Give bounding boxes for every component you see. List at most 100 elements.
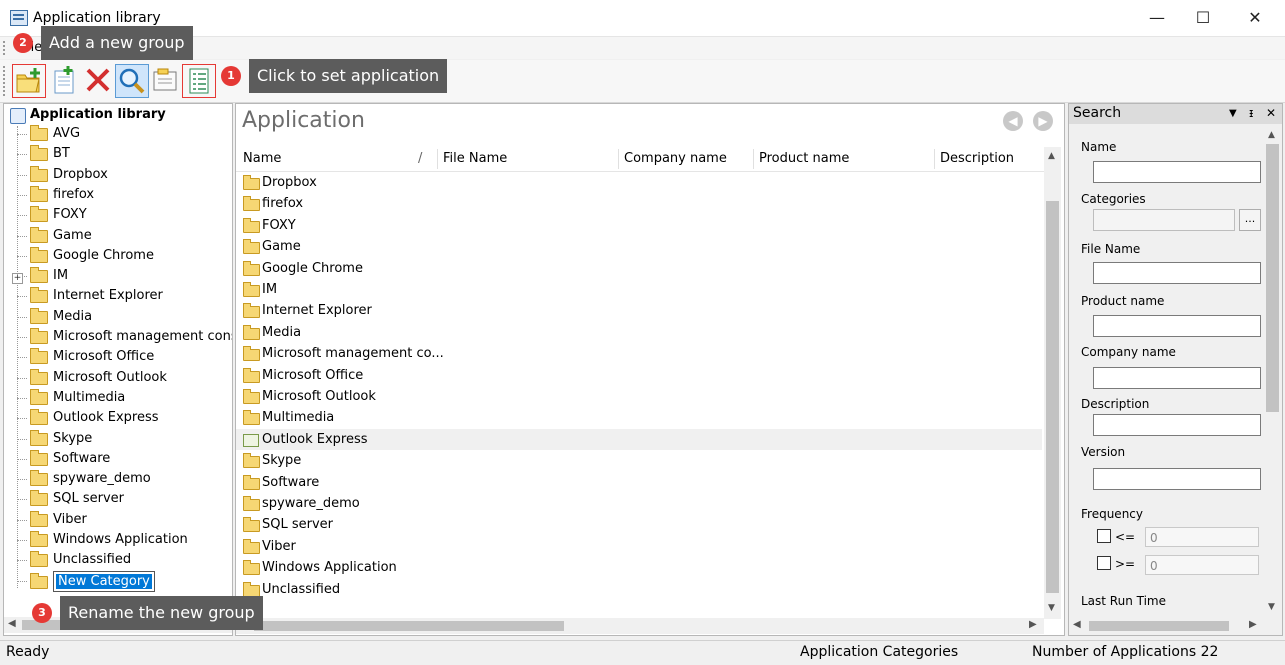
list-item[interactable]: Windows Application — [236, 557, 1042, 578]
categories-input[interactable] — [1093, 209, 1235, 231]
folder-icon — [30, 125, 48, 141]
set-application-button[interactable] — [182, 64, 216, 98]
list-item[interactable]: Dropbox — [236, 172, 1042, 193]
scroll-thumb[interactable] — [1046, 201, 1059, 593]
search-panel-title: Search — [1073, 105, 1122, 121]
list-item[interactable]: firefox — [236, 193, 1042, 214]
list-item[interactable]: spyware_demo — [236, 493, 1042, 514]
tooltip-add-group: Add a new group — [41, 26, 193, 60]
tree-item-label: Outlook Express — [53, 410, 159, 426]
new-group-button[interactable] — [12, 64, 46, 98]
tree-item-label: spyware_demo — [53, 471, 151, 487]
version-input[interactable] — [1093, 468, 1261, 490]
list-item[interactable]: Skype — [236, 450, 1042, 471]
scroll-left-icon[interactable]: ◀ — [8, 618, 16, 629]
list-item[interactable]: Game — [236, 236, 1042, 257]
rename-category-input[interactable]: New Category — [53, 571, 155, 592]
list-item[interactable]: Software — [236, 472, 1042, 493]
tree-connector — [17, 377, 27, 379]
scroll-up-icon[interactable]: ▲ — [1048, 151, 1055, 161]
product-name-input[interactable] — [1093, 315, 1261, 337]
tree-connector — [17, 397, 27, 399]
scroll-left-icon[interactable]: ◀ — [1073, 619, 1081, 630]
tree-item-label: Windows Application — [53, 532, 188, 547]
tree-connector — [17, 174, 27, 176]
close-button[interactable]: ✕ — [1232, 0, 1278, 36]
tree-connector — [17, 134, 27, 135]
scroll-right-icon[interactable]: ▶ — [1029, 619, 1037, 630]
name-input[interactable] — [1093, 161, 1261, 183]
scroll-down-icon[interactable]: ▼ — [1048, 603, 1055, 613]
browse-categories-button[interactable]: ... — [1239, 209, 1261, 231]
list-horizontal-scrollbar[interactable]: ◀ ▶ — [236, 618, 1044, 634]
list-item[interactable]: Multimedia — [236, 407, 1042, 428]
list-item[interactable]: Unclassified — [236, 579, 1042, 600]
frequency-gte-input[interactable]: 0 — [1145, 555, 1259, 575]
maximize-button[interactable]: ☐ — [1180, 0, 1226, 36]
column-file-name[interactable]: File Name — [443, 147, 507, 171]
tree-connector — [17, 540, 27, 541]
file-name-label: File Name — [1081, 242, 1141, 256]
list-item-label: FOXY — [262, 217, 296, 233]
application-panel: Application ◀ ▶ Name / File Name Company… — [235, 103, 1065, 636]
folder-icon — [243, 217, 260, 233]
list-item[interactable]: IM — [236, 279, 1042, 300]
tree-item-label: Media — [53, 308, 93, 324]
list-item-label: Microsoft Office — [262, 367, 364, 383]
folder-icon — [243, 453, 260, 469]
delete-button[interactable] — [82, 64, 114, 96]
company-name-input[interactable] — [1093, 367, 1261, 389]
expand-icon[interactable]: + — [12, 273, 23, 284]
scroll-up-icon[interactable]: ▲ — [1268, 130, 1275, 140]
column-name[interactable]: Name — [243, 147, 281, 171]
list-item-label: Software — [262, 474, 320, 490]
tree-item-label: SQL server — [53, 491, 125, 507]
minimize-button[interactable]: — — [1134, 0, 1180, 36]
column-description[interactable]: Description — [940, 147, 1014, 171]
folder-icon — [30, 206, 48, 223]
scroll-thumb[interactable] — [1089, 621, 1229, 631]
tree-item-label: firefox — [53, 186, 95, 202]
list-item[interactable]: Google Chrome — [236, 258, 1042, 279]
search-horizontal-scrollbar[interactable]: ◀ ▶ — [1069, 618, 1264, 634]
new-category-text[interactable]: New Category — [56, 574, 152, 589]
frequency-lte-input[interactable]: 0 — [1145, 527, 1259, 547]
tree-connector — [17, 337, 27, 338]
tree-connector — [17, 519, 27, 521]
list-item[interactable]: Viber — [236, 536, 1042, 557]
description-input[interactable] — [1093, 414, 1261, 436]
search-button[interactable] — [115, 64, 149, 98]
column-company-name[interactable]: Company name — [624, 147, 727, 171]
folder-icon — [30, 388, 48, 405]
properties-button[interactable] — [149, 64, 181, 96]
list-item[interactable]: Outlook Express — [236, 428, 1042, 450]
pin-icon[interactable]: ᵻ — [1249, 106, 1253, 120]
scroll-thumb[interactable] — [254, 621, 564, 631]
file-name-input[interactable] — [1093, 262, 1261, 284]
back-button[interactable]: ◀ — [1003, 111, 1023, 131]
menu-bar — [0, 37, 1285, 59]
folder-icon — [30, 470, 48, 487]
list-vertical-scrollbar[interactable]: ▲ ▼ — [1044, 147, 1061, 619]
list-item[interactable]: Internet Explorer — [236, 300, 1042, 321]
frequency-gte-checkbox[interactable] — [1097, 556, 1111, 570]
search-vertical-scrollbar[interactable]: ▲ ▼ — [1264, 126, 1281, 618]
tree-item-label: Game — [53, 227, 92, 243]
list-item[interactable]: Media — [236, 322, 1042, 343]
folder-icon — [243, 367, 260, 383]
close-icon[interactable]: ✕ — [1266, 106, 1276, 120]
dropdown-icon[interactable]: ▼ — [1229, 108, 1237, 119]
frequency-lte-checkbox[interactable] — [1097, 529, 1111, 543]
list-item[interactable]: Microsoft Outlook — [236, 386, 1042, 407]
scroll-thumb[interactable] — [1266, 144, 1279, 412]
scroll-down-icon[interactable]: ▼ — [1268, 602, 1275, 612]
list-item[interactable]: Microsoft Office — [236, 365, 1042, 386]
column-product-name[interactable]: Product name — [759, 147, 849, 171]
forward-button[interactable]: ▶ — [1033, 111, 1053, 131]
scroll-right-icon[interactable]: ▶ — [1249, 619, 1257, 630]
list-item[interactable]: FOXY — [236, 215, 1042, 236]
add-application-button[interactable] — [48, 64, 80, 96]
tree-connector — [17, 581, 27, 582]
list-item[interactable]: SQL server — [236, 514, 1042, 535]
list-item[interactable]: Microsoft management co... — [236, 343, 1042, 364]
